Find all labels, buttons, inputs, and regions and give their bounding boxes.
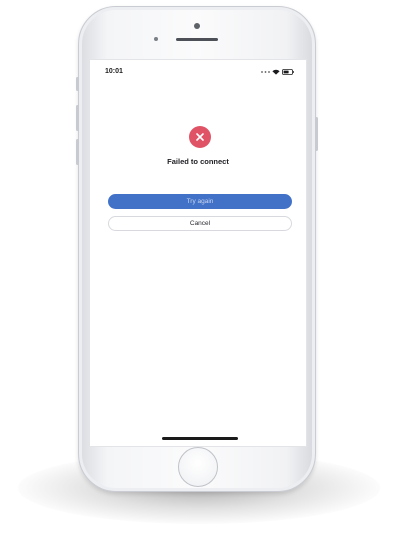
signal-dots-icon <box>261 70 270 74</box>
earpiece-speaker <box>176 38 218 41</box>
error-x-icon <box>189 126 211 148</box>
mockup-stage: 10:01 Failed to connect Try again Cancel <box>0 0 398 533</box>
home-button[interactable] <box>178 447 218 487</box>
wifi-icon <box>272 69 280 75</box>
phone-screen: 10:01 Failed to connect Try again Cancel <box>89 59 307 447</box>
mute-switch <box>76 77 79 91</box>
battery-icon <box>282 69 294 75</box>
status-icons <box>261 68 294 76</box>
volume-up-button <box>76 105 79 131</box>
volume-down-button <box>76 139 79 165</box>
status-bar: 10:01 <box>90 60 306 80</box>
power-button <box>315 117 318 151</box>
cancel-button[interactable]: Cancel <box>108 216 292 231</box>
home-indicator[interactable] <box>162 437 238 440</box>
try-again-button[interactable]: Try again <box>108 194 292 209</box>
dialog-title: Failed to connect <box>167 157 229 166</box>
front-camera <box>154 37 158 41</box>
status-time: 10:01 <box>105 68 123 75</box>
phone-frame: 10:01 Failed to connect Try again Cancel <box>76 6 318 492</box>
front-sensor <box>194 23 200 29</box>
